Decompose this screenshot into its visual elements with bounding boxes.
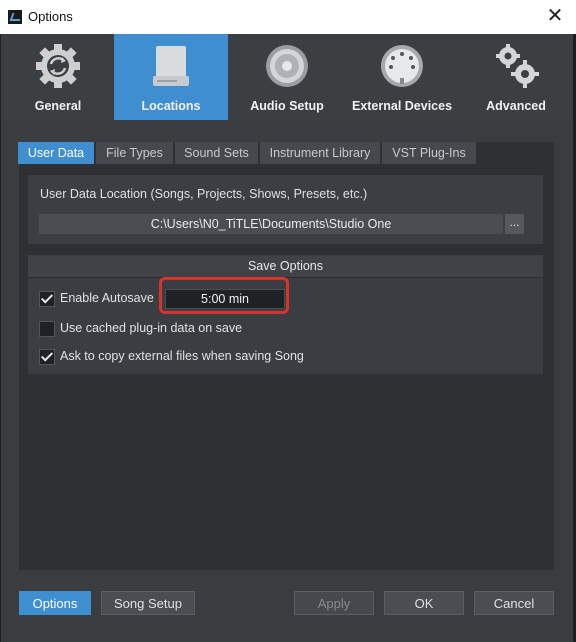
tab-user-data[interactable]: User Data	[18, 142, 94, 164]
toolbar-label-audio-setup: Audio Setup	[250, 99, 324, 113]
options-button[interactable]: Options	[19, 591, 91, 615]
gears-icon	[496, 44, 539, 88]
user-data-path-field[interactable]: C:\Users\N0_TiTLE\Documents\Studio One	[39, 214, 503, 234]
drive-icon	[153, 46, 189, 86]
toolbar-item-general[interactable]: General	[1, 34, 115, 120]
tab-sound-sets[interactable]: Sound Sets	[175, 142, 258, 164]
speaker-icon	[266, 45, 308, 87]
toolbar-label-external-devices: External Devices	[351, 99, 453, 113]
browse-button[interactable]: ...	[505, 214, 524, 234]
song-setup-button[interactable]: Song Setup	[101, 591, 195, 615]
use-cached-checkbox[interactable]	[39, 321, 55, 337]
enable-autosave-checkbox[interactable]	[39, 291, 55, 307]
toolbar-item-locations[interactable]: Locations	[114, 34, 228, 120]
save-options-title: Save Options	[28, 255, 543, 278]
studio-one-app-icon	[8, 10, 22, 24]
toolbar-item-audio-setup[interactable]: Audio Setup	[230, 34, 344, 120]
apply-button[interactable]: Apply	[294, 591, 374, 615]
gear-refresh-icon	[36, 44, 80, 88]
close-icon[interactable]: ✕	[544, 5, 566, 27]
category-toolbar: General Locations Audio Setup External D…	[1, 34, 573, 120]
toolbar-label-locations: Locations	[141, 99, 201, 113]
use-cached-label: Use cached plug-in data on save	[60, 321, 243, 335]
toolbar-label-advanced: Advanced	[486, 99, 546, 113]
tab-vst-plug-ins[interactable]: VST Plug-Ins	[382, 142, 476, 164]
window-title: Options	[28, 9, 73, 24]
user-data-location-label: User Data Location (Songs, Projects, Sho…	[40, 187, 368, 201]
ask-copy-checkbox[interactable]	[39, 349, 55, 365]
ok-button[interactable]: OK	[384, 591, 464, 615]
annotation-highlight-box	[159, 277, 289, 314]
title-bar: Options ✕	[0, 0, 576, 34]
tab-instrument-library[interactable]: Instrument Library	[260, 142, 380, 164]
toolbar-item-advanced[interactable]: Advanced	[459, 34, 573, 120]
ask-copy-label: Ask to copy external files when saving S…	[60, 349, 304, 363]
toolbar-label-general: General	[34, 99, 82, 113]
cancel-button[interactable]: Cancel	[474, 591, 554, 615]
tab-file-types[interactable]: File Types	[96, 142, 173, 164]
midi-connector-icon	[381, 45, 423, 87]
enable-autosave-label: Enable Autosave	[60, 291, 154, 305]
toolbar-item-external-devices[interactable]: External Devices	[345, 34, 459, 120]
